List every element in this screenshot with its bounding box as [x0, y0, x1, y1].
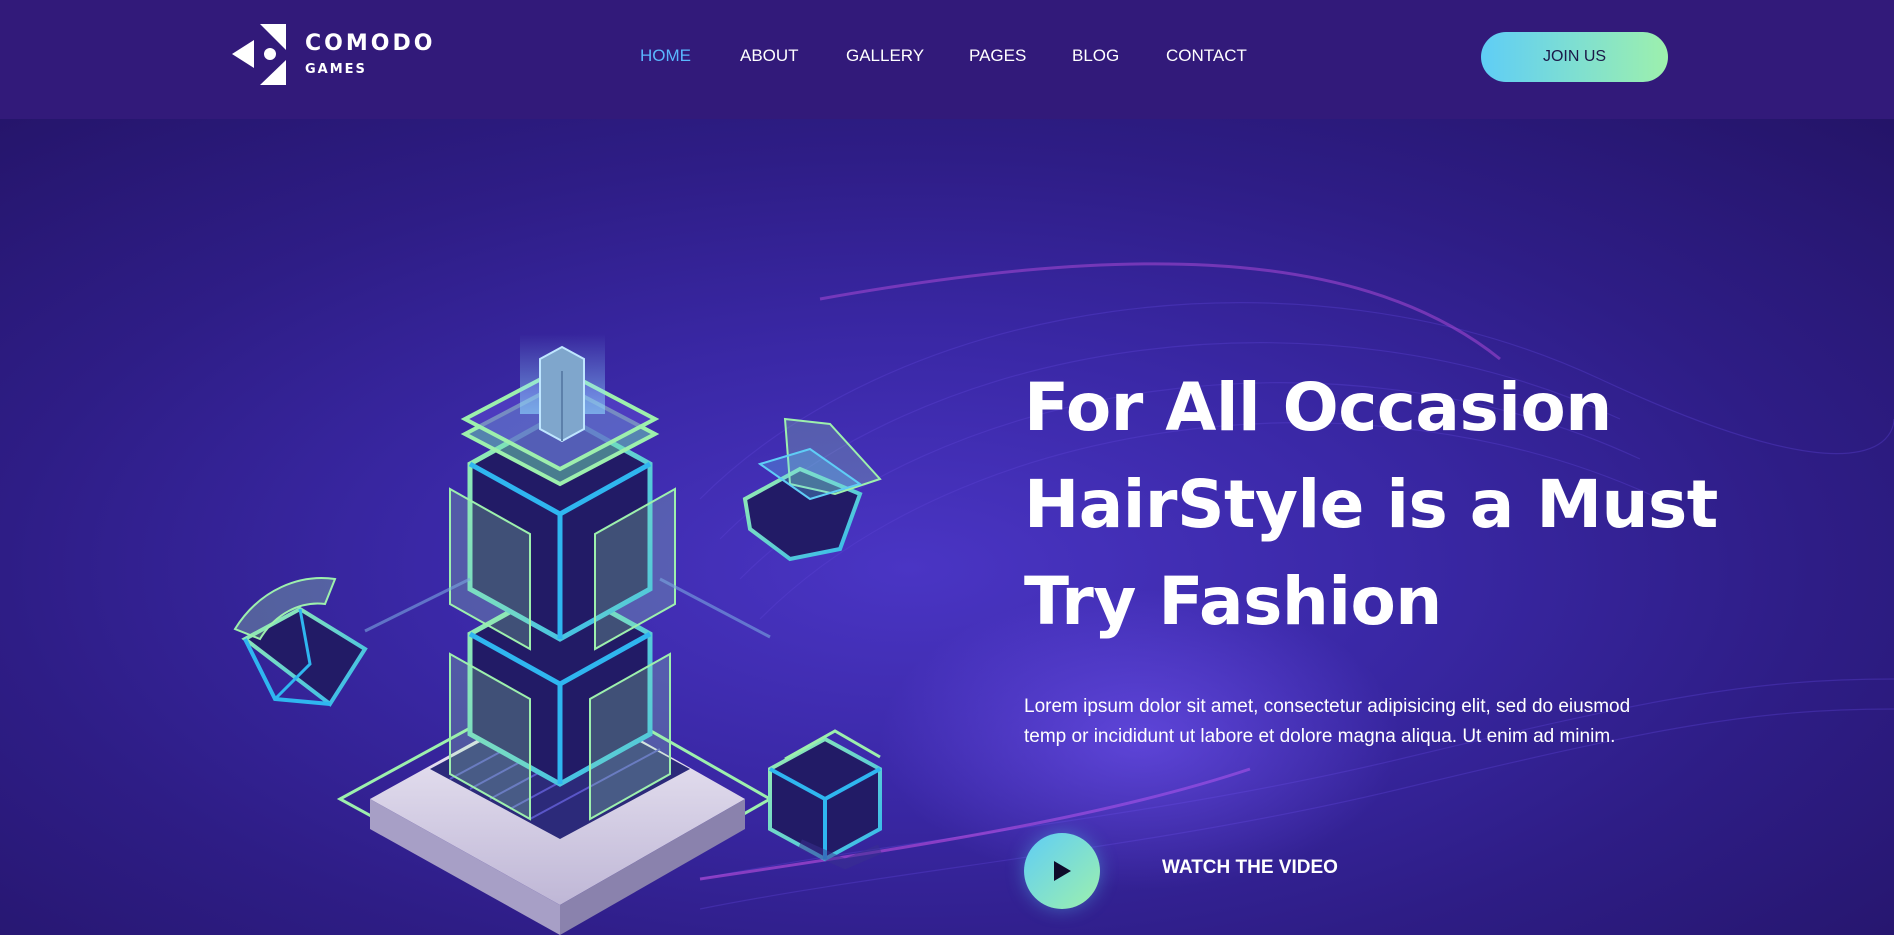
nav-pages[interactable]: PAGES	[969, 46, 1026, 66]
headline-line-2: HairStyle is a Must	[1024, 466, 1718, 543]
headline-line-1: For All Occasion	[1024, 369, 1612, 446]
comodo-logo-icon	[232, 24, 286, 85]
join-us-button[interactable]: JOIN US	[1481, 32, 1668, 82]
headline-line-3: Try Fashion	[1024, 563, 1442, 640]
nav-contact[interactable]: CONTACT	[1166, 46, 1247, 66]
hero-section: For All Occasion HairStyle is a Must Try…	[0, 119, 1894, 935]
nav-home[interactable]: HOME	[640, 46, 691, 66]
brand-logo[interactable]: COMODO GAMES	[230, 22, 432, 87]
brand-wordmark: COMODO GAMES	[305, 31, 436, 78]
nav-gallery[interactable]: GALLERY	[846, 46, 924, 66]
nav-blog[interactable]: BLOG	[1072, 46, 1119, 66]
watch-video-link[interactable]: WATCH THE VIDEO	[1162, 857, 1338, 879]
hero-headline: For All Occasion HairStyle is a Must Try…	[1024, 359, 1744, 650]
site-header: COMODO GAMES HOME ABOUT GALLERY PAGES BL…	[0, 0, 1894, 119]
brand-title: COMODO	[305, 31, 436, 56]
nav-about[interactable]: ABOUT	[740, 46, 799, 66]
brand-subtitle: GAMES	[305, 62, 367, 78]
play-icon	[1054, 861, 1071, 881]
hero-description: Lorem ipsum dolor sit amet, consectetur …	[1024, 696, 1631, 747]
play-video-button[interactable]	[1024, 833, 1100, 909]
